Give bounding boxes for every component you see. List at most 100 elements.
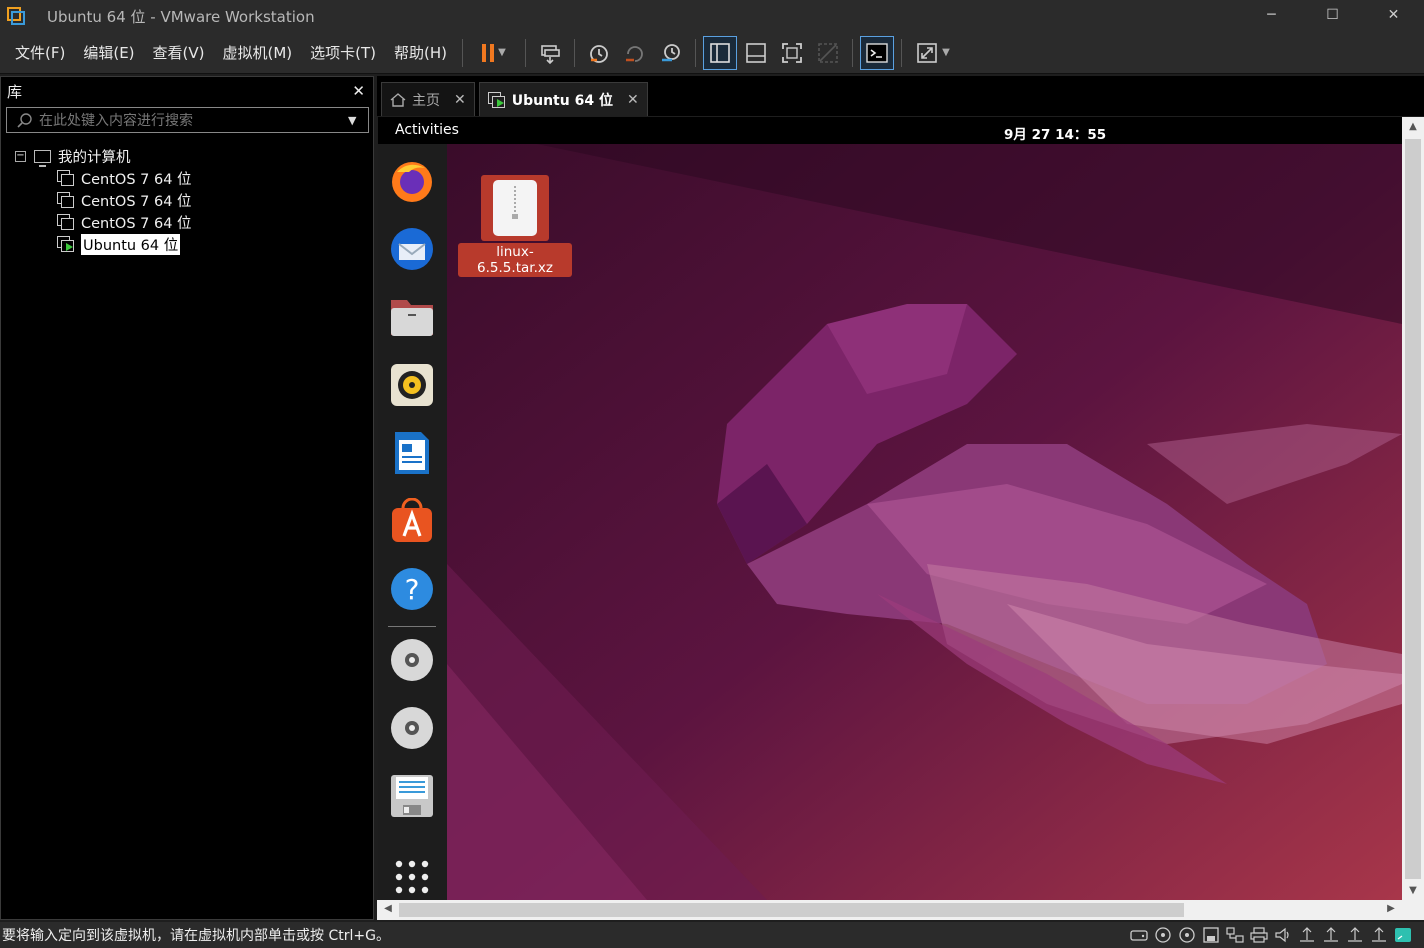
tree-item-vm[interactable]: CentOS 7 64 位 xyxy=(1,211,373,233)
desktop-file-archive[interactable]: linux-6.5.5.tar.xz xyxy=(458,175,572,277)
menu-tabs[interactable]: 选项卡(T) xyxy=(301,42,385,63)
sound-card-icon[interactable] xyxy=(1274,927,1292,943)
app-center-icon[interactable] xyxy=(389,498,435,544)
vm-icon xyxy=(57,170,75,186)
menu-help[interactable]: 帮助(H) xyxy=(385,42,456,63)
chevron-down-icon[interactable]: ▼ xyxy=(498,47,506,58)
usb-device-icon[interactable] xyxy=(1370,927,1388,943)
revert-snapshot-button[interactable] xyxy=(618,36,652,70)
library-close-button[interactable]: ✕ xyxy=(352,82,365,100)
scrollbar-thumb[interactable] xyxy=(399,903,1184,917)
tree-item-vm[interactable]: CentOS 7 64 位 xyxy=(1,189,373,211)
collapse-icon[interactable]: − xyxy=(15,150,26,162)
unity-icon xyxy=(818,42,838,63)
scroll-right-icon[interactable]: ▶ xyxy=(1380,903,1402,914)
menu-file[interactable]: 文件(F) xyxy=(6,42,74,63)
hard-disk-icon[interactable] xyxy=(1130,927,1148,943)
firefox-icon[interactable] xyxy=(389,158,435,204)
guest-top-bar: Activities 9月 27 14：55 xyxy=(378,117,1402,144)
floppy-icon[interactable] xyxy=(1202,927,1220,943)
title-bar: Ubuntu 64 位 - VMware Workstation ─ ☐ ✕ xyxy=(0,0,1424,32)
tree-item-vm-selected[interactable]: Ubuntu 64 位 xyxy=(1,233,373,255)
show-apps-icon[interactable] xyxy=(389,854,435,900)
search-icon xyxy=(17,113,32,128)
unity-button[interactable] xyxy=(811,36,845,70)
thumbnail-bar-button[interactable] xyxy=(739,36,773,70)
show-library-button[interactable] xyxy=(703,35,738,70)
vertical-scrollbar[interactable]: ▲ ▼ xyxy=(1402,117,1424,900)
library-panel: 库 ✕ 在此处键入内容进行搜索 ▼ − 我的计算机 CentOS 7 64 位 … xyxy=(0,76,374,920)
guest-clock[interactable]: 9月 27 14：55 xyxy=(1004,123,1106,143)
menu-vm[interactable]: 虚拟机(M) xyxy=(214,42,302,63)
tree-item-vm[interactable]: CentOS 7 64 位 xyxy=(1,167,373,189)
device-tray xyxy=(1130,927,1412,943)
status-message: 要将输入定向到该虚拟机，请在虚拟机内部单击或按 Ctrl+G。 xyxy=(2,928,390,944)
printer-icon[interactable] xyxy=(1250,927,1268,943)
search-placeholder: 在此处键入内容进行搜索 xyxy=(39,113,193,129)
computer-icon xyxy=(34,149,51,167)
close-window-button[interactable]: ✕ xyxy=(1363,0,1424,30)
cd-dvd-icon[interactable] xyxy=(1178,927,1196,943)
menu-view[interactable]: 查看(V) xyxy=(144,42,214,63)
library-header: 库 ✕ xyxy=(1,77,373,105)
tab-bar: 主页 ✕ Ubuntu 64 位 ✕ xyxy=(377,76,1424,116)
pause-button[interactable]: ▼ xyxy=(470,36,518,70)
scroll-up-icon[interactable]: ▲ xyxy=(1402,121,1424,132)
vm-console[interactable]: Activities 9月 27 14：55 ? linux-6.5.5.tar… xyxy=(378,117,1402,900)
desktop-file-label: linux-6.5.5.tar.xz xyxy=(458,243,572,277)
horizontal-scrollbar[interactable]: ◀ ▶ xyxy=(377,900,1402,920)
usb-device-icon[interactable] xyxy=(1298,927,1316,943)
tree-item-label: CentOS 7 64 位 xyxy=(81,193,192,210)
floppy-icon[interactable] xyxy=(389,773,435,819)
network-adapter-icon[interactable] xyxy=(1226,927,1244,943)
snapshot-manager-button[interactable] xyxy=(654,36,688,70)
dvd-icon[interactable] xyxy=(389,705,435,751)
tab-close-button[interactable]: ✕ xyxy=(627,92,639,108)
stretch-guest-button[interactable]: ▼ xyxy=(909,36,957,70)
tab-ubuntu[interactable]: Ubuntu 64 位 ✕ xyxy=(478,82,648,116)
maximize-button[interactable]: ☐ xyxy=(1302,0,1363,30)
full-screen-button[interactable] xyxy=(775,36,809,70)
scroll-left-icon[interactable]: ◀ xyxy=(377,903,399,914)
vm-icon xyxy=(57,214,75,230)
library-search-input[interactable]: 在此处键入内容进行搜索 ▼ xyxy=(6,107,369,133)
files-icon[interactable] xyxy=(389,294,435,340)
cd-dvd-icon[interactable] xyxy=(1154,927,1172,943)
tab-close-button[interactable]: ✕ xyxy=(454,92,466,108)
chevron-down-icon[interactable]: ▼ xyxy=(942,47,950,58)
home-icon xyxy=(390,92,406,107)
pause-icon xyxy=(482,43,495,62)
tab-home[interactable]: 主页 ✕ xyxy=(381,82,475,116)
snapshot-icon xyxy=(590,44,608,63)
usb-device-icon[interactable] xyxy=(1322,927,1340,943)
console-view-icon xyxy=(866,42,888,63)
vm-icon xyxy=(57,192,75,208)
chevron-down-icon[interactable]: ▼ xyxy=(348,114,368,127)
snapshot-manager-icon xyxy=(662,43,680,61)
take-snapshot-button[interactable] xyxy=(582,36,616,70)
tab-label: 主页 xyxy=(412,92,440,109)
thumbnail-bar-icon xyxy=(746,42,766,63)
minimize-button[interactable]: ─ xyxy=(1241,0,1302,30)
activities-button[interactable]: Activities xyxy=(395,122,459,138)
scroll-down-icon[interactable]: ▼ xyxy=(1402,885,1424,896)
help-icon[interactable]: ? xyxy=(389,566,435,612)
message-log-icon[interactable] xyxy=(1394,927,1412,943)
dvd-icon[interactable] xyxy=(389,637,435,683)
console-view-button[interactable] xyxy=(860,35,895,70)
rhythmbox-icon[interactable] xyxy=(389,362,435,408)
scroll-corner xyxy=(1402,900,1424,920)
vm-tree: − 我的计算机 CentOS 7 64 位 CentOS 7 64 位 Cent… xyxy=(1,145,373,255)
menu-edit[interactable]: 编辑(E) xyxy=(74,42,143,63)
status-bar: 要将输入定向到该虚拟机，请在虚拟机内部单击或按 Ctrl+G。 xyxy=(0,922,1424,948)
scrollbar-thumb[interactable] xyxy=(1405,139,1421,879)
usb-device-icon[interactable] xyxy=(1346,927,1364,943)
toolbar-divider xyxy=(574,38,576,67)
toolbar-divider xyxy=(852,38,854,67)
libreoffice-writer-icon[interactable] xyxy=(389,430,435,476)
revert-snapshot-icon xyxy=(626,45,643,62)
tree-node-my-computer[interactable]: − 我的计算机 xyxy=(1,145,373,167)
send-ctrl-alt-del-button[interactable] xyxy=(533,36,567,70)
thunderbird-icon[interactable] xyxy=(389,226,435,272)
menu-toolbar: 文件(F) 编辑(E) 查看(V) 虚拟机(M) 选项卡(T) 帮助(H) ▼ … xyxy=(0,32,1424,74)
